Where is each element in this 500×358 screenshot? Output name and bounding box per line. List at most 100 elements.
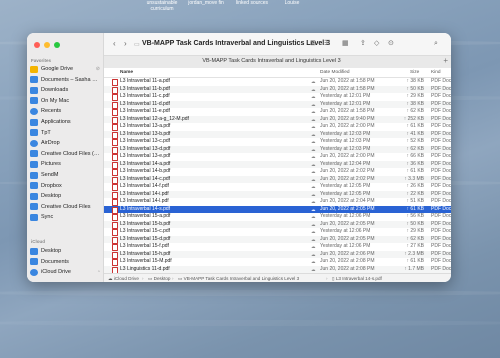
sidebar-item-favorites-13[interactable]: Creative Cloud Files <box>30 202 100 212</box>
icloud-status-icon: ☁ <box>311 244 316 250</box>
file-name: L3 Intraverbal 11-a.pdf <box>120 78 170 85</box>
file-kind: PDF Docu <box>431 250 451 257</box>
folder-icon <box>30 97 38 105</box>
icloud-status-icon: ☁ <box>311 161 316 167</box>
sidebar-item-favorites-11[interactable]: Dropbox <box>30 181 100 191</box>
file-name: L3 Intraverbal 14-c.pdf <box>120 175 171 182</box>
file-date-modified: Jun 20, 2022 at 9:40 PM <box>320 115 375 122</box>
path-icloud-drive[interactable]: ☁ iCloud Drive <box>108 276 139 282</box>
path-desktop[interactable]: ▭ Desktop <box>148 276 170 282</box>
file-kind: PDF Docu <box>431 130 451 137</box>
tab-bar: VB-MAPP Task Cards Intraverbal and Lingu… <box>104 55 451 69</box>
file-row[interactable]: L3 Intraverbal 15-h.pdf ☁ Jun 20, 2022 at … <box>104 250 451 259</box>
path-folder[interactable]: ▭ VB-MAPP Task Cards Intraverbal and Lin… <box>178 276 299 282</box>
tab-current[interactable]: VB-MAPP Task Cards Intraverbal and Lingu… <box>104 58 439 64</box>
file-name: L3 Intraverbal 11-e.pdf <box>120 108 170 115</box>
icloud-status-icon: ☁ <box>311 109 316 115</box>
desktop-label[interactable]: jordan_move fin <box>186 0 226 6</box>
close-button[interactable] <box>34 42 40 48</box>
file-row[interactable]: L3 Intraverbal 15-f.pdf ☁ Yesterday at 12:… <box>104 243 451 252</box>
file-row[interactable]: L3 Intraverbal 11-b.pdf ☁ Jun 20, 2022 at … <box>104 85 451 94</box>
path-file[interactable]: ▯ L3 Intraverbal 14-s.pdf <box>332 276 382 282</box>
new-tab-button[interactable]: + <box>443 56 448 65</box>
file-row[interactable]: L3 Intraverbal 14-b.pdf ☁ Jun 20, 2022 at … <box>104 168 451 177</box>
file-date-modified: Jun 20, 2022 at 2:05 PM <box>320 235 375 242</box>
sidebar-item-favorites-8[interactable]: Creative Cloud Files (a... <box>30 149 100 159</box>
file-row[interactable]: L3 Intraverbal 14-i.pdf ☁ Yesterday at 12:… <box>104 190 451 199</box>
file-row[interactable]: L3 Intraverbal 13-b.pdf ☁ Yesterday at 12:… <box>104 130 451 139</box>
sidebar-item-favorites-9[interactable]: Pictures <box>30 159 100 169</box>
icloud-status-icon: ☁ <box>311 251 316 257</box>
sidebar-item-favorites-3[interactable]: On My Mac <box>30 96 100 106</box>
sidebar-item-favorites-2[interactable]: Downloads <box>30 85 100 95</box>
file-row[interactable]: L3 Intraverbal 15-a.pdf ☁ Yesterday at 12:… <box>104 213 451 222</box>
file-kind: PDF Docu <box>431 145 451 152</box>
file-row[interactable]: L3 Intraverbal 14-a.pdf ☁ Yesterday at 12:… <box>104 160 451 169</box>
sidebar-item-icloud-1[interactable]: Documents <box>30 257 100 267</box>
file-kind: PDF Docu <box>431 220 451 227</box>
column-name[interactable]: Name <box>120 70 133 75</box>
sidebar-item-favorites-7[interactable]: AirDrop <box>30 138 100 148</box>
file-row[interactable]: L3 Intraverbal 11-d.pdf ☁ Yesterday at 12:… <box>104 100 451 109</box>
sidebar-item-favorites-0[interactable]: Google Drive ⊘ <box>30 64 100 74</box>
file-size: ↑ 51 KB <box>406 198 424 205</box>
sidebar-item-label: Applications <box>41 119 71 125</box>
file-row[interactable]: L3 Intraverbal 13-c.pdf ☁ Yesterday at 12:… <box>104 138 451 147</box>
more-actions-button[interactable]: ⊙ <box>388 39 394 48</box>
file-row[interactable]: L3 Intraverbal 11-a.pdf ☁ Jun 20, 2022 at … <box>104 78 451 87</box>
view-list-button[interactable]: ☰ <box>324 39 330 48</box>
desktop-label[interactable]: Louise <box>272 0 312 6</box>
sidebar-item-favorites-4[interactable]: Recents <box>30 106 100 116</box>
sidebar-item-favorites-12[interactable]: Desktop <box>30 191 100 201</box>
file-name: L3 Intraverbal 13-e.pdf <box>120 153 171 160</box>
file-row[interactable]: L3 Intraverbal 14-f.pdf ☁ Yesterday at 12:… <box>104 183 451 192</box>
file-row[interactable]: L3 Intraverbal 15-b.pdf ☁ Jun 20, 2022 at … <box>104 220 451 229</box>
sidebar-item-icloud-2[interactable]: iCloud Drive ◔ <box>30 267 100 277</box>
back-button[interactable]: ‹ <box>113 39 116 48</box>
file-row[interactable]: L3 Intraverbal 15-d.pdf ☁ Jun 20, 2022 at … <box>104 235 451 244</box>
sidebar-item-icloud-0[interactable]: Desktop <box>30 246 100 256</box>
desktop-label[interactable]: linked sources <box>232 0 272 6</box>
group-button[interactable]: ▦ <box>342 39 349 48</box>
file-size: ↑ 252 KB <box>403 115 424 122</box>
file-size: ↑ 3.3 MB <box>404 175 424 182</box>
sidebar-item-favorites-14[interactable]: Sync <box>30 212 100 222</box>
sidebar-item-favorites-1[interactable]: Documents – Sasha and... <box>30 75 100 85</box>
search-icon[interactable]: ⌕ <box>434 39 438 48</box>
file-size: ↑ 27 KB <box>406 243 424 250</box>
file-row[interactable]: L3 Intraverbal 14-s.pdf ☁ Jun 20, 2022 at … <box>104 205 451 214</box>
file-row[interactable]: L3 Intraverbal 11-e.pdf ☁ Jun 20, 2022 at … <box>104 108 451 117</box>
file-kind: PDF Docu <box>431 108 451 115</box>
file-size: ↑ 56 KB <box>406 213 424 220</box>
sidebar-item-favorites-10[interactable]: SendM <box>30 170 100 180</box>
icloud-status-icon: ☁ <box>311 154 316 160</box>
column-size[interactable]: Size <box>410 70 419 75</box>
file-kind: PDF Docu <box>431 190 451 197</box>
file-row[interactable]: L3 Linguistics 11-d.pdf ☁ Jun 20, 2022 at … <box>104 265 451 274</box>
column-date-modified[interactable]: Date Modified <box>320 70 350 75</box>
file-row[interactable]: L3 Intraverbal 14-c.pdf ☁ Jun 20, 2022 at … <box>104 175 451 184</box>
file-kind: PDF Docu <box>431 175 451 182</box>
column-kind[interactable]: Kind <box>431 70 441 75</box>
tag-icon[interactable]: ◇ <box>374 39 379 48</box>
file-row[interactable]: L3 Intraverbal 15-c.pdf ☁ Yesterday at 12:… <box>104 228 451 237</box>
file-row[interactable]: L3 Intraverbal 12-a-g_12-M.pdf ☁ Jun 20, 2… <box>104 115 451 124</box>
view-icons-button[interactable]: ⊞ <box>310 39 316 48</box>
sidebar-item-favorites-6[interactable]: TpT <box>30 128 100 138</box>
file-row[interactable]: L3 Intraverbal 14-l.pdf ☁ Jun 20, 2022 at … <box>104 198 451 207</box>
file-row[interactable]: L3 Intraverbal 13-e.pdf ☁ Jun 20, 2022 at … <box>104 153 451 162</box>
folder-icon <box>30 76 38 84</box>
file-row[interactable]: L3 Intraverbal 13-a.pdf ☁ Jun 20, 2022 at … <box>104 123 451 132</box>
file-size: ↑ 62 KB <box>406 145 424 152</box>
share-icon[interactable]: ⇪ <box>360 39 366 48</box>
desktop-label[interactable]: unsustainable curriculum <box>142 0 182 12</box>
file-row[interactable]: L3 Intraverbal 11-c.pdf ☁ Yesterday at 12:… <box>104 93 451 102</box>
file-row[interactable]: L3 Intraverbal 15-M.pdf ☁ Jun 20, 2022 at … <box>104 258 451 267</box>
forward-button[interactable]: › <box>124 39 127 48</box>
sidebar-item-favorites-5[interactable]: Applications <box>30 117 100 127</box>
sidebar-item-label: Recents <box>41 108 62 115</box>
minimize-button[interactable] <box>44 42 50 48</box>
file-row[interactable]: L3 Intraverbal 13-d.pdf ☁ Yesterday at 12:… <box>104 145 451 154</box>
file-name: L3 Intraverbal 15-b.pdf <box>120 220 171 227</box>
zoom-button[interactable] <box>54 42 60 48</box>
